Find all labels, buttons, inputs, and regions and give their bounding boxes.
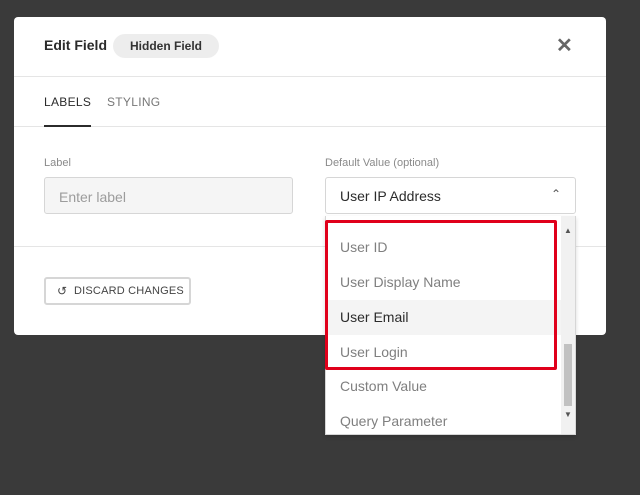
chevron-up-icon: ⌃ <box>550 187 561 201</box>
default-value-select[interactable]: User IP Address ⌃ <box>325 177 576 214</box>
option-label: Query Parameter <box>340 413 448 429</box>
discard-changes-label: DISCARD CHANGES <box>74 285 184 297</box>
label-input-placeholder: Enter label <box>59 189 126 205</box>
label-field-label: Label <box>44 157 71 169</box>
option-label: Custom Value <box>340 378 427 394</box>
default-value-label: Default Value (optional) <box>325 157 440 169</box>
tab-bar: LABELS STYLING <box>14 77 606 127</box>
tab-styling[interactable]: STYLING <box>107 95 160 109</box>
dropdown-option-custom-value[interactable]: Custom Value <box>326 369 562 404</box>
tab-labels[interactable]: LABELS <box>44 95 92 127</box>
scrollbar-thumb[interactable] <box>564 344 572 406</box>
dropdown-option-query-parameter[interactable]: Query Parameter <box>326 404 562 434</box>
scroll-up-icon[interactable]: ▲ <box>564 226 572 235</box>
modal-title: Edit Field <box>44 37 107 53</box>
field-type-badge: Hidden Field <box>113 34 219 58</box>
discard-changes-button[interactable]: ↺ DISCARD CHANGES <box>44 277 191 305</box>
default-value-selected: User IP Address <box>340 188 441 204</box>
undo-icon: ↺ <box>57 284 68 298</box>
scroll-down-icon[interactable]: ▼ <box>564 410 572 419</box>
close-icon[interactable]: ✕ <box>556 36 573 56</box>
dropdown-scrollbar[interactable]: ▲ ▼ <box>561 216 575 434</box>
label-input[interactable]: Enter label <box>44 177 293 214</box>
annotation-highlight-box <box>325 220 557 370</box>
modal-header: Edit Field Hidden Field ✕ <box>14 17 606 77</box>
